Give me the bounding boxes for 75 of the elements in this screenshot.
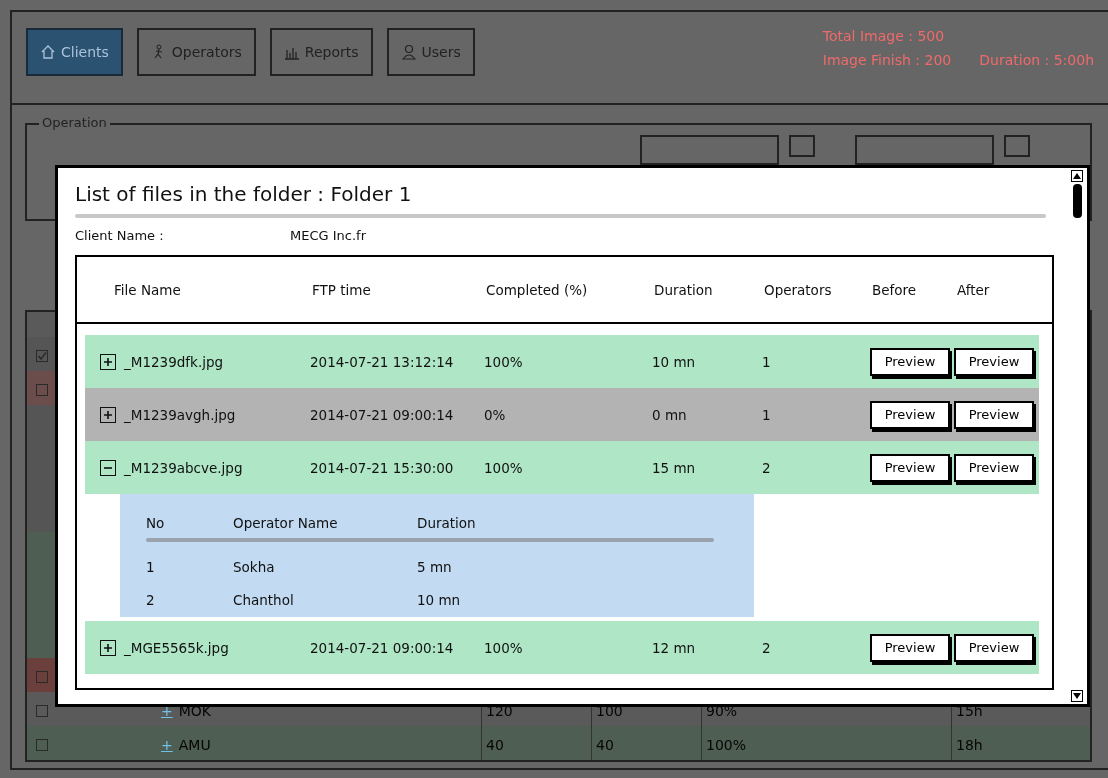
table-cell-text: 2 bbox=[762, 459, 772, 476]
column-header: No bbox=[146, 515, 166, 531]
checkbox[interactable] bbox=[36, 739, 48, 751]
checkbox[interactable] bbox=[36, 350, 48, 362]
column-header: File Name bbox=[114, 281, 182, 298]
table-cell-text: Chanthol bbox=[233, 591, 295, 608]
table-cell-text: 2 bbox=[762, 639, 772, 656]
table-cell-text: 2014-07-21 09:00:14 bbox=[310, 639, 455, 656]
stat-text: Total Image : 500 bbox=[822, 28, 946, 44]
table-cell-text: 2014-07-21 13:12:14 bbox=[310, 353, 455, 370]
preview-button[interactable]: Preview bbox=[954, 400, 1034, 429]
dialog-title: List of files in the folder : Folder 1 bbox=[75, 182, 413, 206]
expand-icon[interactable] bbox=[100, 639, 116, 656]
date-field[interactable] bbox=[640, 135, 779, 165]
table-cell-text: 0 mn bbox=[652, 406, 688, 423]
table-cell-text: 0% bbox=[484, 406, 507, 423]
table-cell: 40 bbox=[486, 737, 504, 753]
table-cell-text: 1 bbox=[762, 406, 772, 423]
calendar-icon[interactable] bbox=[1004, 135, 1030, 157]
checkbox[interactable] bbox=[36, 705, 48, 717]
column-header: Operator Name bbox=[233, 515, 339, 531]
table-cell-text: 2014-07-21 09:00:14 bbox=[310, 406, 455, 423]
column-header: Duration bbox=[654, 281, 714, 298]
expand-icon[interactable] bbox=[100, 353, 116, 370]
nav-tab[interactable]: Clients bbox=[26, 28, 123, 76]
file-name: _MGE5565k.jpg bbox=[124, 639, 230, 656]
column-header: FTP time bbox=[312, 281, 372, 298]
column-header: Operators bbox=[764, 281, 833, 298]
table-cell: 100% bbox=[706, 737, 747, 753]
preview-button[interactable]: Preview bbox=[954, 347, 1034, 376]
file-name: _M1239abcve.jpg bbox=[124, 459, 244, 476]
checkbox[interactable] bbox=[36, 671, 48, 683]
table-cell: AMU bbox=[178, 737, 211, 753]
table-cell: 40 bbox=[596, 737, 614, 753]
table-cell-text: 10 mn bbox=[652, 353, 697, 370]
user-icon bbox=[400, 44, 417, 60]
column-header: Before bbox=[872, 281, 918, 298]
preview-button[interactable]: Preview bbox=[870, 633, 950, 662]
field-value: MECG Inc.fr bbox=[290, 228, 366, 243]
table-cell-text: 2 bbox=[146, 591, 156, 608]
collapse-icon[interactable] bbox=[100, 459, 116, 476]
preview-button[interactable]: Preview bbox=[870, 453, 950, 482]
panel-legend: Operation bbox=[39, 115, 110, 130]
field-label: Client Name : bbox=[75, 228, 165, 243]
stat-text: Duration : 5:00h bbox=[979, 52, 1094, 68]
table-cell-text: 12 mn bbox=[652, 639, 697, 656]
expand-icon[interactable] bbox=[100, 406, 116, 423]
scroll-thumb[interactable] bbox=[1072, 184, 1082, 218]
table-cell: 10 mn bbox=[417, 591, 461, 608]
table-cell-text: 100% bbox=[484, 639, 524, 656]
column-header: Duration bbox=[417, 515, 476, 531]
preview-button[interactable]: Preview bbox=[954, 633, 1034, 662]
file-name: _M1239dfk.jpg bbox=[124, 353, 225, 370]
table-cell-text: 1 bbox=[146, 558, 156, 575]
preview-button[interactable]: Preview bbox=[870, 400, 950, 429]
table-cell: 5 mn bbox=[417, 558, 452, 575]
table-cell-text: 2014-07-21 15:30:00 bbox=[310, 459, 455, 476]
house-icon bbox=[40, 44, 56, 60]
stat-text: Image Finish : 200 bbox=[822, 52, 952, 68]
preview-button[interactable]: Preview bbox=[954, 453, 1034, 482]
scroll-up-icon[interactable] bbox=[1071, 170, 1083, 182]
scroll-down-icon[interactable] bbox=[1071, 690, 1083, 702]
table-cell: 18h bbox=[956, 737, 983, 753]
file-name: _M1239avgh.jpg bbox=[124, 406, 237, 423]
checkbox[interactable] bbox=[36, 384, 48, 396]
date-field[interactable] bbox=[855, 135, 994, 165]
column-header: Completed (%) bbox=[486, 281, 589, 298]
table-cell-text: 100% bbox=[484, 459, 524, 476]
table-cell-text: 100% bbox=[484, 353, 524, 370]
table-cell-text: 15 mn bbox=[652, 459, 697, 476]
table-cell-text: 1 bbox=[762, 353, 772, 370]
column-header: After bbox=[957, 281, 990, 298]
table-cell-text: Sokha bbox=[233, 558, 276, 575]
calendar-icon[interactable] bbox=[789, 135, 815, 157]
preview-button[interactable]: Preview bbox=[870, 347, 950, 376]
